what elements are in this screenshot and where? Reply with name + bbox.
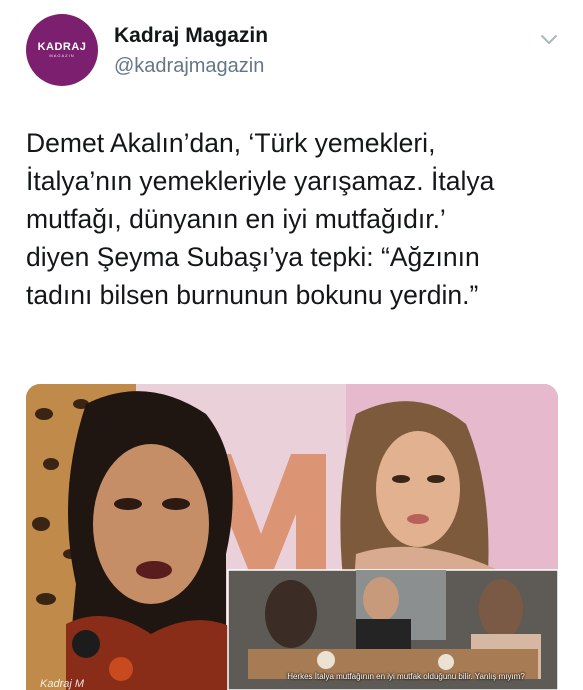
chevron-down-icon[interactable] xyxy=(538,28,560,50)
media-watermark: Kadraj M xyxy=(40,678,85,690)
avatar-logo-text: KADRAJ xyxy=(37,41,87,53)
media-photo xyxy=(26,384,558,690)
tweet-media[interactable]: Herkes İtalya mutfağının en iyi mutfak o… xyxy=(26,384,558,690)
avatar-logo-subtext: MAGAZIN xyxy=(49,53,75,58)
video-caption: Herkes İtalya mutfağının en iyi mutfak o… xyxy=(287,672,525,681)
avatar[interactable]: KADRAJ MAGAZIN xyxy=(26,14,98,86)
display-name[interactable]: Kadraj Magazin xyxy=(114,24,268,48)
user-handle[interactable]: @kadrajmagazin xyxy=(114,55,264,78)
tweet-text: Demet Akalın’dan, ‘Türk yemekleri, İtaly… xyxy=(26,128,495,310)
tweet-header: KADRAJ MAGAZIN Kadraj Magazin @kadrajmag… xyxy=(0,0,583,100)
